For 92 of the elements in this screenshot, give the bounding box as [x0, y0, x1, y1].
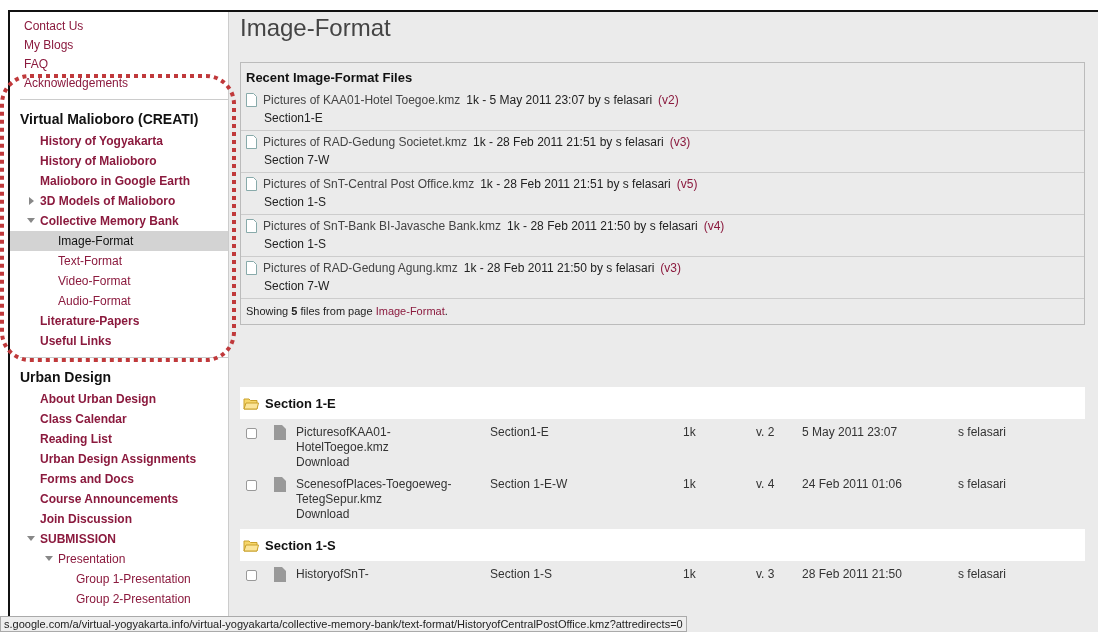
file-link[interactable]: Pictures of KAA01-Hotel Toegoe.kmz	[263, 91, 461, 109]
nav-item[interactable]: Malioboro in Google Earth	[10, 171, 228, 191]
file-info: 1k - 28 Feb 2011 21:51 by s felasari	[480, 176, 671, 193]
nav-link[interactable]: My Blogs	[10, 36, 228, 55]
nav-item[interactable]: Video-Format	[10, 271, 228, 291]
summary-text: Showing 5 files from page Image-Format.	[245, 304, 449, 319]
download-link[interactable]: Download	[296, 455, 490, 470]
table-cell-text: v. 3	[756, 567, 776, 583]
nav-item[interactable]: About Urban Design	[10, 389, 228, 409]
document-icon	[246, 135, 257, 149]
table-cell-text: s felasari	[958, 477, 1008, 493]
file-icon	[274, 477, 286, 492]
folder-icon	[243, 538, 259, 552]
nav-item[interactable]: Join Discussion	[10, 509, 228, 529]
table-cell-text: 1k	[683, 567, 697, 583]
nav-item[interactable]: SUBMISSION	[10, 529, 228, 549]
file-info: 1k - 5 May 2011 23:07 by s felasari	[466, 92, 653, 109]
panel-title: Recent Image-Format Files	[245, 69, 414, 87]
version-link[interactable]: (v3)	[669, 133, 691, 151]
file-section: Section 1-S	[246, 193, 1079, 211]
nav-item[interactable]: Class Calendar	[10, 409, 228, 429]
group-heading: Section 1-S	[265, 537, 336, 553]
version-link[interactable]: (v4)	[703, 217, 725, 235]
nav-item[interactable]: 3D Models of Malioboro	[10, 191, 228, 211]
collapse-triangle-icon[interactable]	[44, 555, 54, 563]
file-link[interactable]: Pictures of SnT-Central Post Office.kmz	[263, 175, 475, 193]
table-cell-text: s felasari	[958, 425, 1008, 441]
nav-item[interactable]: Urban Design Assignments	[10, 449, 228, 469]
nav-link[interactable]: Contact Us	[10, 17, 228, 36]
file-section: Section 1-S	[246, 235, 1079, 253]
table-cell-text: Section 1-S	[490, 567, 554, 583]
document-icon	[246, 261, 257, 275]
file-icon	[274, 425, 286, 440]
version-link[interactable]: (v5)	[676, 175, 698, 193]
section-heading: Urban Design	[19, 368, 112, 387]
nav-link[interactable]: FAQ	[10, 55, 228, 74]
document-icon	[246, 219, 257, 233]
document-icon	[246, 93, 257, 107]
nav-item[interactable]: Group 2-Presentation	[10, 589, 228, 609]
table-cell-text: Section1-E	[490, 425, 550, 441]
table-cell-text: v. 4	[756, 477, 776, 493]
table-cell-text: 1k	[683, 477, 697, 493]
nav-item[interactable]: Literature-Papers	[10, 311, 228, 331]
file-name[interactable]: ScenesofPlaces-Toegoeweg- TetegSepur.kmz	[296, 477, 490, 507]
nav-link[interactable]: Acknowledgements	[10, 74, 228, 93]
table-cell-text: 24 Feb 2011 01:06	[802, 477, 903, 493]
file-link[interactable]: Pictures of SnT-Bank BI-Javasche Bank.kmz	[263, 217, 502, 235]
nav-item[interactable]: Collective Memory Bank	[10, 211, 228, 231]
file-name[interactable]: HistoryofSnT-	[296, 567, 490, 582]
table-cell-text: s felasari	[958, 567, 1008, 583]
page-title: Image-Format	[240, 14, 392, 42]
download-link[interactable]: Download	[296, 507, 490, 522]
collapse-triangle-icon[interactable]	[26, 217, 36, 225]
folder-icon	[243, 396, 259, 410]
checkbox[interactable]	[246, 570, 257, 581]
expand-triangle-icon[interactable]	[26, 197, 36, 205]
table-cell-text: 28 Feb 2011 21:50	[802, 567, 903, 583]
section-heading: Virtual Malioboro (CREATI)	[19, 110, 200, 129]
status-bar: s.google.com/a/virtual-yogyakarta.info/virtual-yogyakarta/collective-memory-bank/text-format/HistoryofCentralPostOffice.kmz?attredirects=0	[0, 616, 687, 632]
page-link[interactable]: Image-Format	[375, 305, 445, 317]
nav-item[interactable]: Course Announcements	[10, 489, 228, 509]
file-info: 1k - 28 Feb 2011 21:50 by s felasari	[463, 260, 655, 277]
file-section: Section 7-W	[246, 151, 1079, 169]
table-cell-text: 1k	[683, 425, 697, 441]
file-link[interactable]: Pictures of RAD-Gedung Societet.kmz	[263, 133, 468, 151]
nav-item[interactable]: Useful Links	[10, 331, 228, 351]
nav-item[interactable]: Audio-Format	[10, 291, 228, 311]
checkbox[interactable]	[246, 428, 257, 439]
table-cell-text: v. 2	[756, 425, 776, 441]
table-cell-text: Section 1-E-W	[490, 477, 569, 493]
nav-item[interactable]: Image-Format	[10, 231, 228, 251]
group-heading: Section 1-E	[265, 395, 336, 411]
file-link[interactable]: Pictures of RAD-Gedung Agung.kmz	[263, 259, 458, 277]
nav-item[interactable]: Reading List	[10, 429, 228, 449]
file-section: Section 7-W	[246, 277, 1079, 295]
file-info: 1k - 28 Feb 2011 21:50 by s felasari	[507, 218, 698, 235]
file-name[interactable]: PicturesofKAA01- HotelToegoe.kmz	[296, 425, 490, 455]
collapse-triangle-icon[interactable]	[26, 535, 36, 543]
file-section: Section1-E	[246, 109, 1079, 127]
nav-item[interactable]: Group 1-Presentation	[10, 569, 228, 589]
version-link[interactable]: (v3)	[660, 259, 681, 277]
file-info: 1k - 28 Feb 2011 21:51 by s felasari	[473, 134, 664, 151]
checkbox[interactable]	[246, 480, 257, 491]
nav-item[interactable]: Presentation	[10, 549, 228, 569]
file-icon	[274, 567, 286, 582]
version-link[interactable]: (v2)	[658, 91, 679, 109]
nav-item[interactable]: History of Yogyakarta	[10, 131, 228, 151]
nav-item[interactable]: Text-Format	[10, 251, 228, 271]
nav-item[interactable]: History of Malioboro	[10, 151, 228, 171]
table-cell-text: 5 May 2011 23:07	[802, 425, 899, 441]
document-icon	[246, 177, 257, 191]
nav-item[interactable]: Forms and Docs	[10, 469, 228, 489]
